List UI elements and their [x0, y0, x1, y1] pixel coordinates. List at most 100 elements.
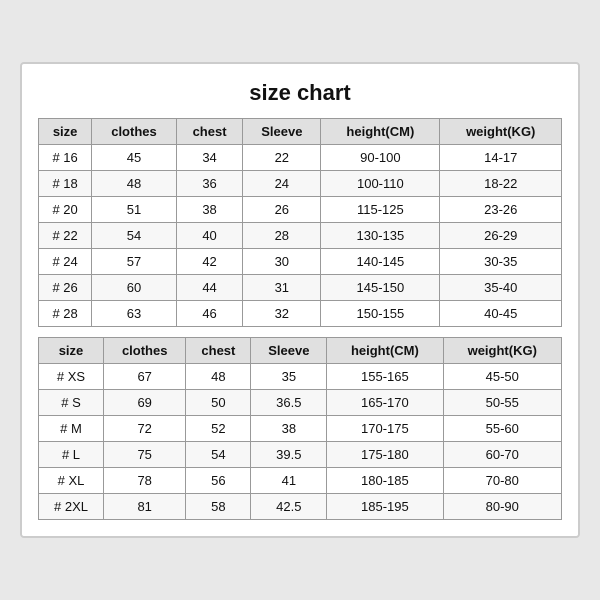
table1-header-cell: Sleeve — [243, 119, 321, 145]
table-cell: 81 — [103, 494, 185, 520]
table-cell: # 16 — [39, 145, 92, 171]
table-cell: 63 — [92, 301, 177, 327]
table-cell: 78 — [103, 468, 185, 494]
table-cell: 54 — [92, 223, 177, 249]
table-cell: 48 — [186, 364, 251, 390]
table-cell: 50 — [186, 390, 251, 416]
table-cell: 14-17 — [440, 145, 562, 171]
table-cell: 60 — [92, 275, 177, 301]
table1-header-cell: chest — [176, 119, 243, 145]
table2-body: # XS674835155-16545-50# S695036.5165-170… — [39, 364, 562, 520]
table-cell: 90-100 — [321, 145, 440, 171]
table-row: # 22544028130-13526-29 — [39, 223, 562, 249]
table-cell: 42.5 — [251, 494, 327, 520]
table-cell: # XL — [39, 468, 104, 494]
table-cell: 40-45 — [440, 301, 562, 327]
table2-header-cell: Sleeve — [251, 338, 327, 364]
table-cell: 23-26 — [440, 197, 562, 223]
size-chart-card: size chart sizeclotheschestSleeveheight(… — [20, 62, 580, 538]
table-cell: 60-70 — [443, 442, 561, 468]
table-cell: 45 — [92, 145, 177, 171]
table-cell: 45-50 — [443, 364, 561, 390]
chart-title: size chart — [38, 80, 562, 106]
table-cell: 51 — [92, 197, 177, 223]
table-cell: 155-165 — [327, 364, 443, 390]
table-cell: 70-80 — [443, 468, 561, 494]
table-cell: 36 — [176, 171, 243, 197]
table-cell: 31 — [243, 275, 321, 301]
table-cell: 55-60 — [443, 416, 561, 442]
size-table-1: sizeclotheschestSleeveheight(CM)weight(K… — [38, 118, 562, 327]
table-cell: 145-150 — [321, 275, 440, 301]
table-cell: # 20 — [39, 197, 92, 223]
table-cell: 22 — [243, 145, 321, 171]
table-cell: 80-90 — [443, 494, 561, 520]
table-cell: 69 — [103, 390, 185, 416]
table-cell: 140-145 — [321, 249, 440, 275]
size-table-2: sizeclotheschestSleeveheight(CM)weight(K… — [38, 337, 562, 520]
table-row: # 28634632150-15540-45 — [39, 301, 562, 327]
table-cell: 54 — [186, 442, 251, 468]
table-cell: # 2XL — [39, 494, 104, 520]
table-cell: # S — [39, 390, 104, 416]
table-row: # 26604431145-15035-40 — [39, 275, 562, 301]
table-cell: 58 — [186, 494, 251, 520]
table-cell: 30 — [243, 249, 321, 275]
table-cell: 56 — [186, 468, 251, 494]
table2-header-cell: chest — [186, 338, 251, 364]
table-cell: # XS — [39, 364, 104, 390]
table-cell: 175-180 — [327, 442, 443, 468]
table2-header-cell: size — [39, 338, 104, 364]
table-cell: 185-195 — [327, 494, 443, 520]
table1-header-cell: height(CM) — [321, 119, 440, 145]
table-cell: 165-170 — [327, 390, 443, 416]
table2-header-cell: height(CM) — [327, 338, 443, 364]
table-cell: 46 — [176, 301, 243, 327]
table-row: # XS674835155-16545-50 — [39, 364, 562, 390]
table-row: # L755439.5175-18060-70 — [39, 442, 562, 468]
table-cell: # 22 — [39, 223, 92, 249]
table-cell: 42 — [176, 249, 243, 275]
table1-body: # 1645342290-10014-17# 18483624100-11018… — [39, 145, 562, 327]
table-row: # XL785641180-18570-80 — [39, 468, 562, 494]
table1-header: sizeclotheschestSleeveheight(CM)weight(K… — [39, 119, 562, 145]
table-cell: # M — [39, 416, 104, 442]
table-row: # 2XL815842.5185-19580-90 — [39, 494, 562, 520]
table-row: # 24574230140-14530-35 — [39, 249, 562, 275]
table-cell: 36.5 — [251, 390, 327, 416]
table-row: # S695036.5165-17050-55 — [39, 390, 562, 416]
table-cell: 52 — [186, 416, 251, 442]
table-row: # 20513826115-12523-26 — [39, 197, 562, 223]
table-cell: 57 — [92, 249, 177, 275]
table-cell: 39.5 — [251, 442, 327, 468]
table-cell: 35 — [251, 364, 327, 390]
table-cell: # 28 — [39, 301, 92, 327]
table-cell: 28 — [243, 223, 321, 249]
table-row: # M725238170-17555-60 — [39, 416, 562, 442]
table1-header-cell: size — [39, 119, 92, 145]
table1-header-cell: weight(KG) — [440, 119, 562, 145]
table-cell: # 18 — [39, 171, 92, 197]
table-cell: 35-40 — [440, 275, 562, 301]
table-cell: 26-29 — [440, 223, 562, 249]
table-cell: 30-35 — [440, 249, 562, 275]
table-cell: # 24 — [39, 249, 92, 275]
table-cell: 44 — [176, 275, 243, 301]
table-cell: 38 — [251, 416, 327, 442]
table-cell: 32 — [243, 301, 321, 327]
table-row: # 18483624100-11018-22 — [39, 171, 562, 197]
table-cell: 100-110 — [321, 171, 440, 197]
table-cell: 18-22 — [440, 171, 562, 197]
table-cell: 180-185 — [327, 468, 443, 494]
table-cell: 41 — [251, 468, 327, 494]
table-cell: 26 — [243, 197, 321, 223]
table-cell: # L — [39, 442, 104, 468]
table1-header-cell: clothes — [92, 119, 177, 145]
table-cell: 75 — [103, 442, 185, 468]
table-cell: 40 — [176, 223, 243, 249]
table-cell: 150-155 — [321, 301, 440, 327]
table-cell: 34 — [176, 145, 243, 171]
table2-header-cell: weight(KG) — [443, 338, 561, 364]
table-cell: 67 — [103, 364, 185, 390]
table-cell: 24 — [243, 171, 321, 197]
